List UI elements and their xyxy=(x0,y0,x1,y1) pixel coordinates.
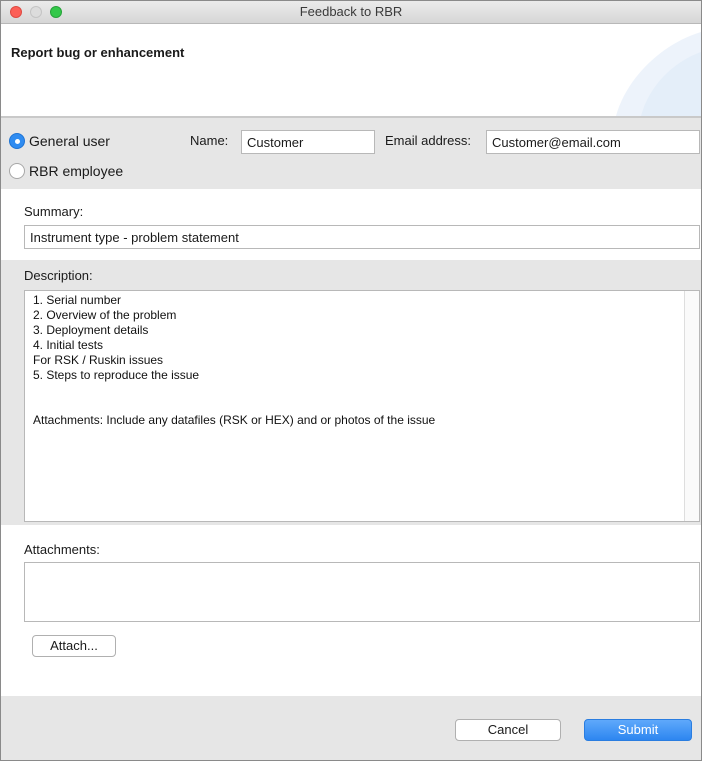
page-title: Report bug or enhancement xyxy=(11,45,185,60)
attach-button[interactable]: Attach... xyxy=(32,635,116,657)
title-bar[interactable]: Feedback to RBR xyxy=(1,1,701,24)
summary-input[interactable] xyxy=(24,225,700,249)
feedback-window: Feedback to RBR Report bug or enhancemen… xyxy=(0,0,702,761)
general-user-radio[interactable] xyxy=(9,133,25,149)
description-text[interactable]: 1. Serial number 2. Overview of the prob… xyxy=(33,293,679,428)
header-banner: Report bug or enhancement xyxy=(1,24,701,116)
attachments-list[interactable] xyxy=(24,562,700,622)
description-textarea[interactable]: 1. Serial number 2. Overview of the prob… xyxy=(24,290,700,522)
general-user-label[interactable]: General user xyxy=(29,133,110,149)
description-scrollbar[interactable] xyxy=(684,291,699,521)
email-address-input[interactable] xyxy=(486,130,700,154)
submit-button[interactable]: Submit xyxy=(584,719,692,741)
rbr-employee-label[interactable]: RBR employee xyxy=(29,163,123,179)
attachments-label: Attachments: xyxy=(24,542,100,557)
user-info-panel: General user RBR employee Name: Email ad… xyxy=(1,118,701,189)
summary-label: Summary: xyxy=(24,204,84,219)
cancel-button[interactable]: Cancel xyxy=(455,719,561,741)
description-label: Description: xyxy=(24,268,93,283)
rbr-employee-radio[interactable] xyxy=(9,163,25,179)
name-label: Name: xyxy=(190,133,229,148)
banner-swoosh-graphic xyxy=(616,32,701,116)
footer-bar: Cancel Submit xyxy=(1,696,701,760)
window-title: Feedback to RBR xyxy=(299,4,403,19)
email-address-label: Email address: xyxy=(385,133,471,148)
name-input[interactable] xyxy=(241,130,375,154)
